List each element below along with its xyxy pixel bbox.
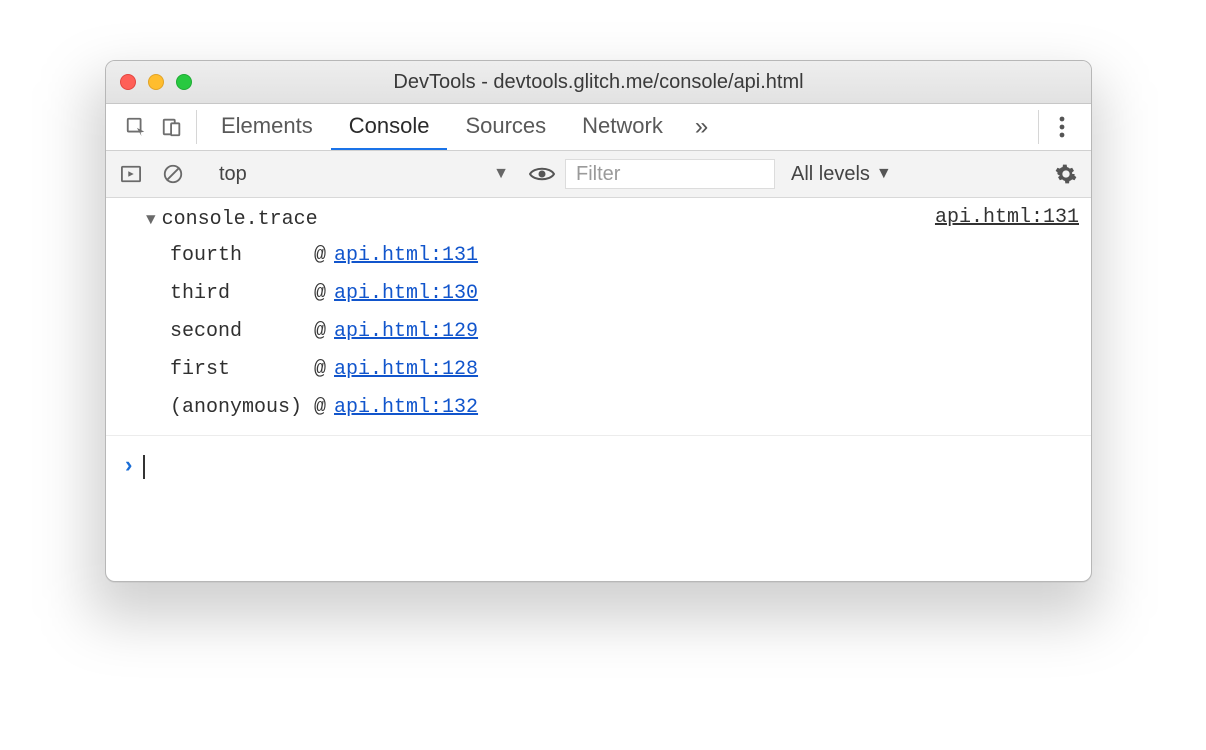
stack-fn: second (170, 313, 306, 351)
console-input-row[interactable]: › (106, 436, 1091, 497)
tabbar-spacer (722, 104, 1032, 150)
zoom-window-button[interactable] (176, 74, 192, 90)
tab-label: Sources (465, 113, 546, 139)
stack-fn: (anonymous) (170, 389, 306, 427)
tab-console[interactable]: Console (331, 104, 448, 150)
tab-label: Network (582, 113, 663, 139)
stack-link[interactable]: api.html:130 (334, 275, 478, 313)
device-toolbar-icon[interactable] (154, 104, 190, 150)
stack-frame: (anonymous) @ api.html:132 (170, 389, 935, 427)
trace-left: ▼ console.trace fourth @ api.html:131 th… (118, 204, 935, 427)
log-levels-selector[interactable]: All levels ▼ (791, 163, 892, 186)
text-cursor (143, 455, 145, 479)
console-filter-input[interactable] (565, 159, 775, 189)
main-tabbar: Elements Console Sources Network » (106, 104, 1091, 151)
tabbar-separator (196, 110, 197, 144)
trace-label: console.trace (162, 208, 318, 231)
overflow-glyph: » (695, 113, 708, 141)
tab-label: Elements (221, 113, 313, 139)
inspect-element-icon[interactable] (118, 104, 154, 150)
stack-frame: second @ api.html:129 (170, 313, 935, 351)
stack-frame: first @ api.html:128 (170, 351, 935, 389)
tabbar-separator-right (1038, 110, 1039, 144)
tab-sources[interactable]: Sources (447, 104, 564, 150)
stack-at: @ (314, 275, 326, 313)
console-panel: ▼ console.trace fourth @ api.html:131 th… (106, 198, 1091, 497)
console-settings-icon[interactable] (1049, 163, 1083, 185)
execution-context-selector[interactable]: top ▼ (219, 163, 519, 186)
chevron-down-icon: ▼ (876, 165, 892, 183)
stack-at: @ (314, 313, 326, 351)
stack-frame: fourth @ api.html:131 (170, 237, 935, 275)
live-expression-icon[interactable] (527, 165, 557, 183)
tab-network[interactable]: Network (564, 104, 681, 150)
stack-fn: third (170, 275, 306, 313)
toggle-console-sidebar-icon[interactable] (114, 164, 148, 184)
minimize-window-button[interactable] (148, 74, 164, 90)
devtools-window: DevTools - devtools.glitch.me/console/ap… (105, 60, 1092, 582)
trace-source-link[interactable]: api.html:131 (935, 206, 1079, 229)
close-window-button[interactable] (120, 74, 136, 90)
levels-label: All levels (791, 163, 870, 186)
chevron-down-icon: ▼ (493, 165, 509, 183)
stack-fn: fourth (170, 237, 306, 275)
trace-header[interactable]: ▼ console.trace (118, 204, 935, 237)
prompt-chevron-icon: › (122, 454, 135, 479)
titlebar: DevTools - devtools.glitch.me/console/ap… (106, 61, 1091, 104)
tabs-group: Elements Console Sources Network (203, 104, 681, 150)
tabs-overflow-button[interactable]: » (681, 104, 722, 150)
tab-label: Console (349, 113, 430, 139)
traffic-lights (120, 74, 192, 90)
tab-elements[interactable]: Elements (203, 104, 331, 150)
stack-link[interactable]: api.html:128 (334, 351, 478, 389)
stack-link[interactable]: api.html:131 (334, 237, 478, 275)
stack-fn: first (170, 351, 306, 389)
stack-link[interactable]: api.html:132 (334, 389, 478, 427)
stack-at: @ (314, 237, 326, 275)
window-title: DevTools - devtools.glitch.me/console/ap… (106, 71, 1091, 94)
context-label: top (219, 163, 247, 186)
stack-at: @ (314, 351, 326, 389)
expand-toggle-icon[interactable]: ▼ (146, 211, 156, 229)
stack-at: @ (314, 389, 326, 427)
stack-trace: fourth @ api.html:131 third @ api.html:1… (118, 237, 935, 427)
console-toolbar: top ▼ All levels ▼ (106, 151, 1091, 198)
main-menu-button[interactable] (1045, 104, 1079, 150)
clear-console-icon[interactable] (156, 163, 190, 185)
console-trace-entry: ▼ console.trace fourth @ api.html:131 th… (106, 198, 1091, 436)
stack-link[interactable]: api.html:129 (334, 313, 478, 351)
stack-frame: third @ api.html:130 (170, 275, 935, 313)
trace-source: api.html:131 (935, 204, 1079, 229)
